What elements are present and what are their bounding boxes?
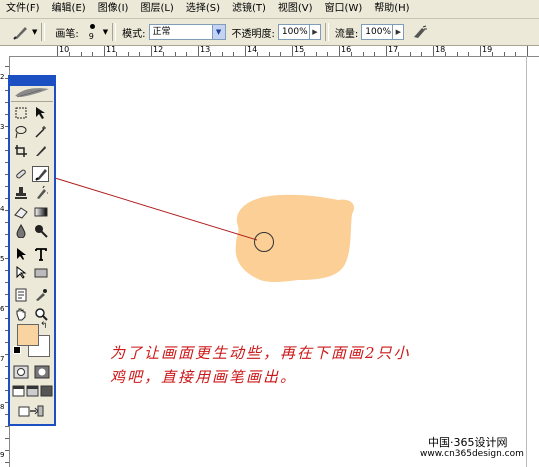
zoom-tool-icon[interactable]	[32, 306, 49, 322]
full-screen-mode-icon[interactable]	[39, 383, 53, 399]
default-colors-icon[interactable]	[13, 346, 21, 354]
foreground-color-swatch[interactable]	[17, 324, 39, 346]
crop-tool-icon[interactable]	[12, 143, 29, 159]
notes-tool-icon[interactable]	[12, 287, 29, 303]
canvas-drawing[interactable]	[0, 0, 539, 467]
swap-colors-icon[interactable]: ↰	[40, 321, 48, 331]
healing-brush-tool-icon[interactable]	[12, 166, 29, 182]
magic-wand-tool-icon[interactable]	[32, 124, 49, 140]
marquee-tool-icon[interactable]	[12, 105, 29, 121]
feather-logo-icon[interactable]	[11, 86, 53, 102]
palette-title-bar[interactable]	[10, 77, 54, 86]
watermark-url: www.cn365design.com	[420, 449, 524, 459]
path-selection-tool-icon[interactable]	[12, 246, 29, 262]
jump-to-imageready-icon[interactable]	[16, 403, 46, 419]
full-screen-menu-mode-icon[interactable]	[25, 383, 39, 399]
dodge-tool-icon[interactable]	[32, 223, 49, 239]
eraser-tool-icon[interactable]	[12, 204, 29, 220]
quick-mask-mode-icon[interactable]	[33, 364, 50, 380]
rectangle-shape-tool-icon[interactable]	[32, 265, 49, 281]
brush-tool-icon[interactable]	[32, 166, 49, 182]
lasso-tool-icon[interactable]	[12, 124, 29, 140]
tools-palette: ↰	[8, 75, 56, 426]
standard-screen-mode-icon[interactable]	[11, 383, 25, 399]
watermark-title: 中国·365设计网	[428, 436, 508, 449]
annotation-line-2: 鸡吧，直接用画笔画出。	[110, 368, 298, 386]
eyedropper-tool-icon[interactable]	[32, 287, 49, 303]
slice-tool-icon[interactable]	[32, 143, 49, 159]
move-tool-icon[interactable]	[32, 105, 49, 121]
pointer-line	[54, 177, 258, 241]
type-tool-icon[interactable]	[32, 246, 49, 262]
standard-mode-icon[interactable]	[12, 364, 29, 380]
blur-tool-icon[interactable]	[12, 223, 29, 239]
history-brush-tool-icon[interactable]	[32, 185, 49, 201]
gradient-tool-icon[interactable]	[32, 204, 49, 220]
pen-tool-icon[interactable]	[12, 265, 29, 281]
hand-tool-icon[interactable]	[12, 306, 29, 322]
annotation-line-1: 为了让画面更生动些，再在下面画2只小	[110, 344, 411, 362]
clone-stamp-tool-icon[interactable]	[12, 185, 29, 201]
